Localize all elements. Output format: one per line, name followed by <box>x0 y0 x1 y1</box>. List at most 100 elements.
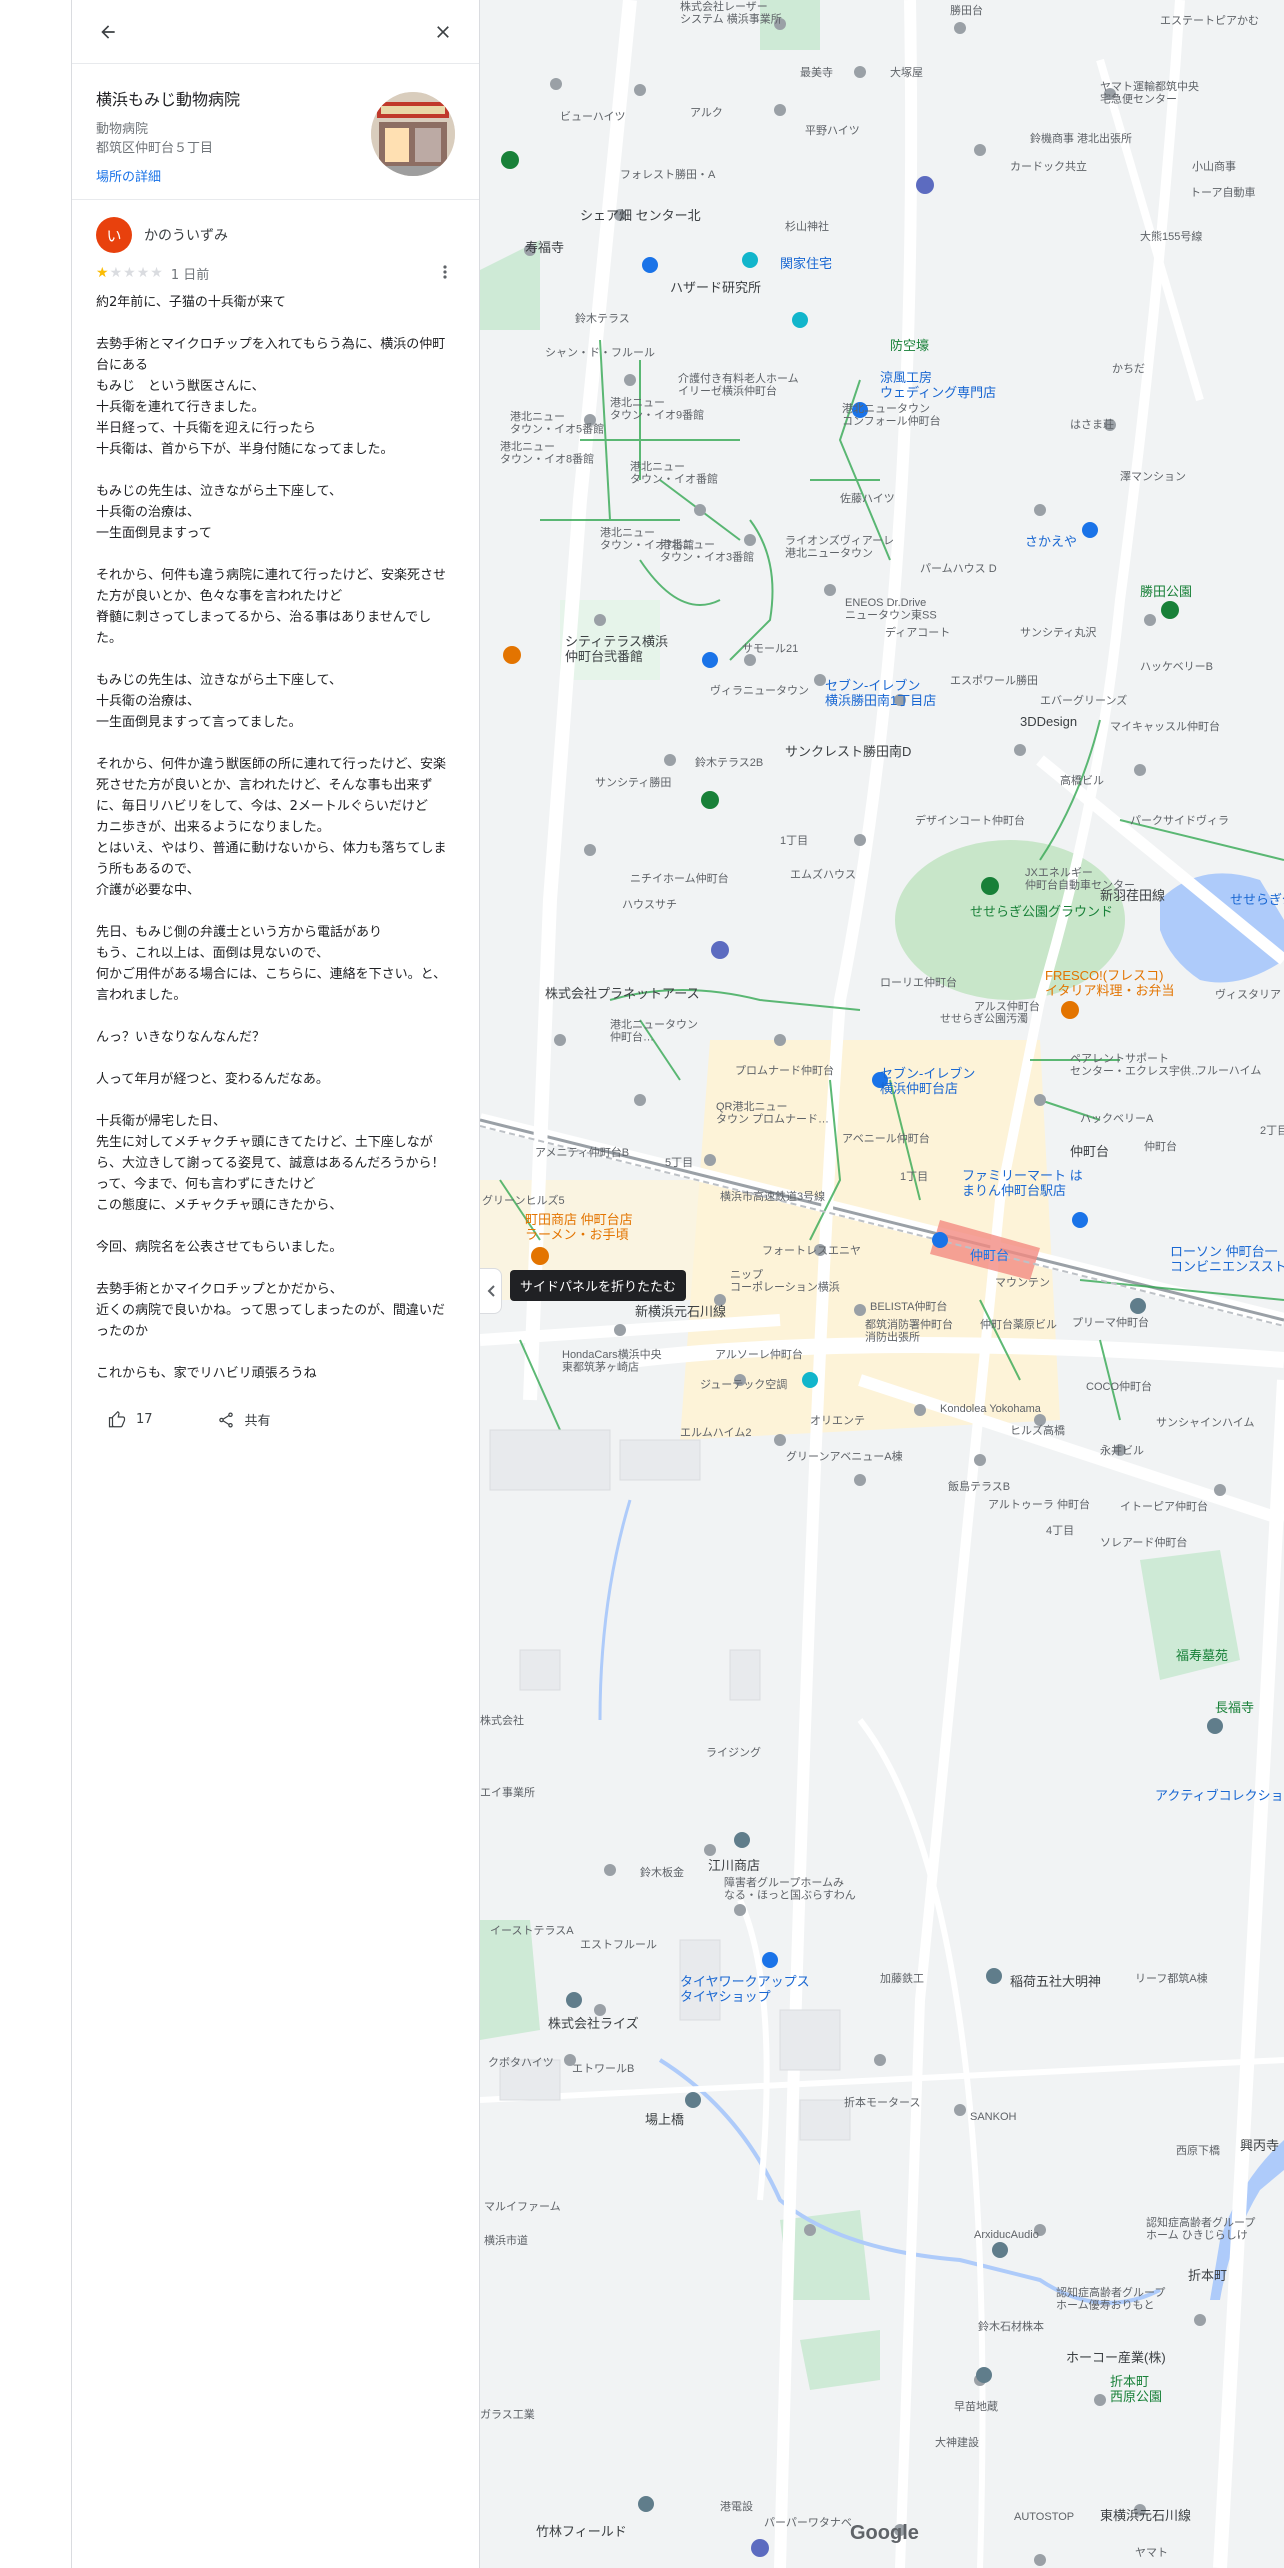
map-label: セブン-イレブン横浜勝田南1丁目店 <box>825 678 936 708</box>
review-paragraph: 十兵衛が帰宅した日、 先生に対してメチャクチャ頭にきてたけど、土下座しながら、大泣… <box>96 1114 445 1213</box>
map-label: ジューテック空調 <box>700 1377 787 1391</box>
map-label: 杉山神社 <box>785 219 829 233</box>
storefront-photo <box>371 92 455 176</box>
map-label: パームハウス D <box>920 562 997 575</box>
star-icon: ★ <box>96 265 109 281</box>
map-label: AUTOSTOP <box>1014 2511 1074 2523</box>
google-logo: Google <box>850 2522 919 2544</box>
map-label: サモール21 <box>742 642 798 655</box>
map-label: 1丁目 <box>780 835 808 847</box>
review-paragraph: もみじの先生は、泣きながら土下座して、 十兵衛の治療は、 一生面倒見ますって言ってま… <box>96 673 342 730</box>
map-label: ハウスサチ <box>622 898 677 911</box>
more-options-button[interactable] <box>435 262 455 282</box>
map-label: 新横浜元石川線 <box>635 1304 726 1319</box>
map-label: せせらぎ公園グラウンド <box>970 904 1113 919</box>
map-label: オリエンテ <box>810 1414 865 1427</box>
map-label: 鈴木テラス <box>575 311 630 325</box>
more-vert-icon <box>443 265 447 279</box>
map-label: 大熊155号線 <box>1140 229 1202 243</box>
map-label: グリーンヒルズ5 <box>482 1193 565 1207</box>
map-label: アルソーレ仲町台 <box>715 1347 803 1361</box>
map-label: 折本モータース <box>844 2095 920 2109</box>
map-label: アベニール仲町台 <box>842 1131 930 1145</box>
map-label: ハザード研究所 <box>670 280 761 295</box>
map-label: エトワールB <box>572 2063 634 2075</box>
review-paragraph: 約2年前に、子猫の十兵衛が来て <box>96 295 286 310</box>
map-label: 4丁目 <box>1046 1525 1074 1537</box>
map-label: シャン・ド・フルール <box>545 347 655 359</box>
map-label: ローソン 仲町台一コンビニエンスストア <box>1170 1244 1284 1274</box>
map-label: プロムナード仲町台 <box>735 1063 834 1077</box>
map-label: 竹林フィールド <box>536 2524 627 2539</box>
collapse-tooltip: サイドパネルを折りたたむ <box>510 1270 687 1301</box>
share-label: 共有 <box>244 1414 271 1429</box>
review-paragraph: もみじの先生は、泣きながら土下座して、 十兵衛の治療は、 一生面倒見ますって <box>96 484 342 541</box>
like-button[interactable]: 17 <box>108 1410 153 1429</box>
map-label: ガラス工業 <box>480 2408 535 2421</box>
chevron-left-icon <box>487 1285 495 1297</box>
map-label: 2丁目 <box>1260 1125 1284 1137</box>
map-label: エステートピアかむ <box>1160 14 1259 27</box>
map-label: サンシャインハイム <box>1156 1416 1255 1429</box>
map-label: 関家住宅 <box>780 256 832 271</box>
map-label: せせらぎ公園 <box>1230 892 1284 907</box>
review-card: い かのういずみ ★ ★ ★ ★ ★ 1 日前 約2年前に、子猫の十兵衛が来て … <box>72 200 479 1445</box>
map-label: エルムハイム2 <box>680 1426 751 1439</box>
collapse-panel-button[interactable] <box>480 1268 502 1314</box>
back-button[interactable] <box>90 14 126 50</box>
map-label: マルイファーム <box>484 2200 561 2213</box>
map-label: グリーンアベニューA棟 <box>786 1449 903 1463</box>
place-details-link[interactable]: 場所の詳細 <box>96 166 161 185</box>
left-rail <box>0 0 72 2568</box>
share-icon <box>218 1411 233 1427</box>
like-count: 17 <box>136 1412 153 1427</box>
map-label: クボタハイツ <box>488 2056 554 2069</box>
app-root: 株式会社レーザーシステム 横浜事業所 勝田台 エステートピアかむ 大塚屋 最美寺… <box>0 0 1284 2568</box>
review-paragraph: それから、何件も違う病院に連れて行ったけど、安楽死させた方が良いとか、色々な事を… <box>96 568 446 646</box>
map-label: シェア畑 センター北 <box>580 208 701 223</box>
star-icon: ★ <box>123 265 136 281</box>
close-icon <box>437 25 449 38</box>
reviewer-row[interactable]: い かのういずみ <box>96 216 455 254</box>
map-label: パーパーワタナベ <box>764 2516 852 2529</box>
map-label: さかえや <box>1025 534 1077 549</box>
place-header: 横浜もみじ動物病院 動物病院 都筑区仲町台５丁目 場所の詳細 <box>72 64 479 200</box>
map-label: ファミリーマート はまりん仲町台駅店 <box>962 1168 1083 1198</box>
map-label: トーア自動車 <box>1190 185 1256 199</box>
map-label: ヒルズ高橋 <box>1010 1423 1065 1437</box>
map-label: サンシティ勝田 <box>595 775 671 789</box>
map-label: 株式会社ライズ <box>548 2016 639 2031</box>
map-label: BELISTA仲町台 <box>870 1299 947 1313</box>
map-label: ライジング <box>706 1745 761 1759</box>
star-icon: ★ <box>150 265 163 281</box>
reviewer-name[interactable]: かのういずみ <box>144 225 228 245</box>
map-label: ソレアード仲町台 <box>1100 1535 1187 1549</box>
star-icon: ★ <box>109 265 123 281</box>
close-button[interactable] <box>425 14 461 50</box>
map-label: リーフ都筑A棟 <box>1135 1971 1208 1985</box>
map-label: サンシティ丸沢 <box>1020 625 1096 639</box>
map-label: エバーグリーンズ <box>1040 693 1127 707</box>
map-label: 長福寺 <box>1215 1700 1254 1715</box>
thumb-up-icon <box>108 1410 126 1427</box>
share-button[interactable]: 共有 <box>217 1410 271 1429</box>
map-label: 仲町台 <box>1144 1139 1177 1153</box>
map-label: アルトゥーラ 仲町台 <box>988 1497 1090 1511</box>
avatar[interactable]: い <box>96 217 132 253</box>
map-label: プリーマ仲町台 <box>1072 1315 1149 1329</box>
map-label: 大神建設 <box>935 2435 979 2449</box>
place-photo[interactable] <box>371 92 455 176</box>
map-label: FRESCO!(フレスコ)イタリア料理・お弁当 <box>1045 968 1174 998</box>
review-paragraph: 去勢手術とマイクロチップを入れてもらう為に、横浜の仲町台にある もみじ という獣医… <box>96 337 446 457</box>
map-label: Kondolea Yokohama <box>940 1403 1042 1415</box>
review-actions: 17 共有 <box>96 1410 455 1429</box>
map-label: 株式会社 <box>480 1713 524 1727</box>
map-label: アルス仲町台 <box>974 999 1040 1013</box>
map-label: ヴィラニュータウン <box>710 683 809 697</box>
star-rating: ★ ★ ★ ★ ★ <box>96 266 163 280</box>
map-label: 鈴木板金 <box>640 1865 684 1879</box>
map-label: エスポワール勝田 <box>950 673 1038 687</box>
map-label: 平野ハイツ <box>805 124 860 137</box>
map-label: アクティブコレクション <box>1155 1788 1284 1803</box>
map-label: 西原下橋 <box>1176 2143 1220 2157</box>
